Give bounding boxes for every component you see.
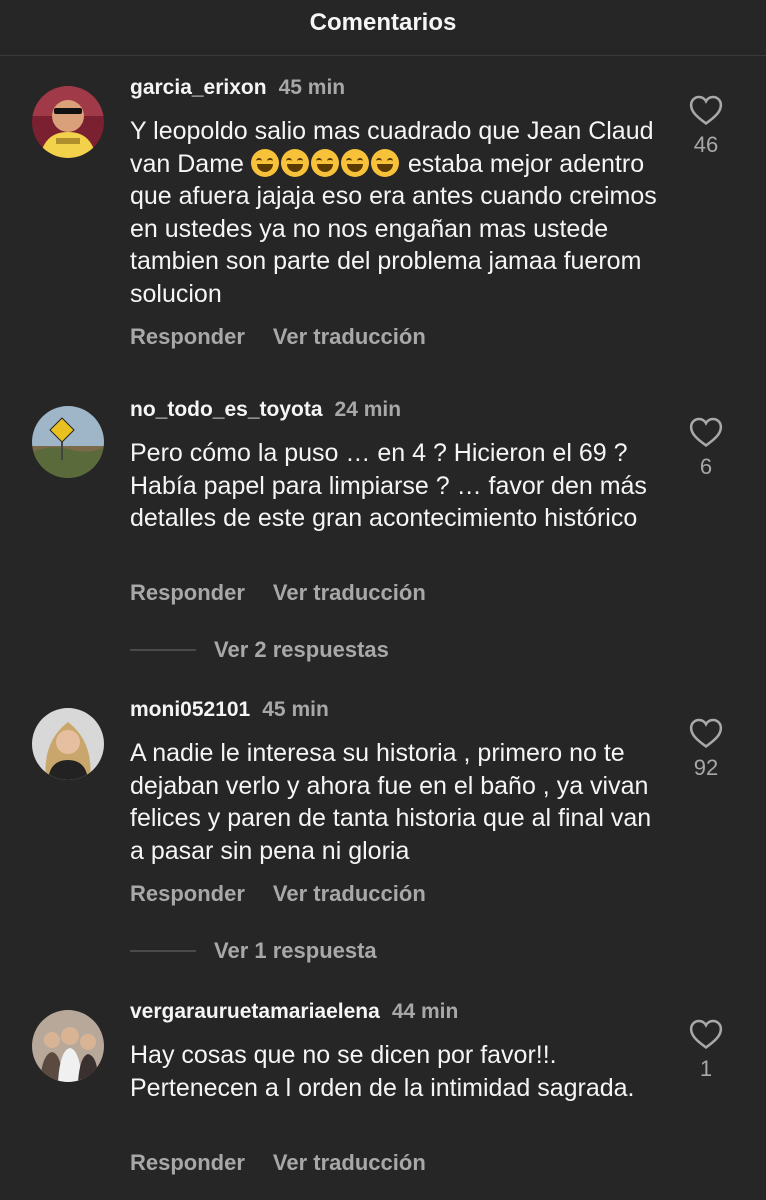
translate-button[interactable]: Ver traducción: [273, 324, 426, 349]
translate-button[interactable]: Ver traducción: [273, 881, 426, 906]
laughing-emoji-icon: [310, 148, 339, 177]
avatar[interactable]: [32, 708, 104, 780]
like-count: 1: [699, 1056, 713, 1081]
comment-actions: Responder Ver traducción: [130, 324, 454, 350]
comment-actions: Responder Ver traducción: [130, 580, 454, 606]
replies-divider-line: [130, 950, 196, 952]
username[interactable]: vergarauruetamariaelena: [130, 1000, 380, 1023]
avatar[interactable]: [32, 406, 104, 478]
avatar[interactable]: [32, 86, 104, 158]
reply-button[interactable]: Responder: [130, 881, 245, 906]
timestamp: 45 min: [262, 698, 329, 721]
translate-button[interactable]: Ver traducción: [273, 580, 426, 605]
like-control: 1: [686, 1018, 726, 1082]
translate-button[interactable]: Ver traducción: [273, 1150, 426, 1175]
like-control: 46: [686, 94, 726, 158]
timestamp: 24 min: [334, 398, 402, 421]
like-control: 92: [686, 717, 726, 781]
heart-icon[interactable]: [689, 717, 723, 749]
view-replies-label: Ver 2 respuestas: [214, 637, 389, 662]
comment-text: A nadie le interesa su historia , primer…: [130, 739, 652, 865]
view-replies-label: Ver 1 respuesta: [214, 938, 377, 963]
view-replies-button[interactable]: Ver 1 respuesta: [130, 938, 377, 964]
timestamp: 45 min: [278, 76, 346, 99]
comment-text: Pero cómo la puso … en 4 ? Hicieron el 6…: [130, 439, 647, 532]
comment-text: Hay cosas que no se dicen por favor!!. P…: [130, 1041, 635, 1102]
comment-meta: moni052101 45 min: [130, 698, 329, 722]
view-replies-button[interactable]: Ver 2 respuestas: [130, 637, 389, 663]
like-control: 6: [686, 416, 726, 480]
heart-icon[interactable]: [689, 416, 723, 448]
header-divider: [0, 55, 766, 56]
like-count: 6: [699, 454, 713, 479]
laughing-emoji-group: [250, 148, 401, 178]
comment-meta: garcia_erixon 45 min: [130, 76, 345, 100]
username[interactable]: moni052101: [130, 698, 250, 721]
replies-divider-line: [130, 649, 196, 651]
heart-icon[interactable]: [689, 94, 723, 126]
reply-button[interactable]: Responder: [130, 324, 245, 349]
comment-text: Y leopoldo salio mas cuadrado que Jean C…: [130, 115, 670, 310]
comment-meta: no_todo_es_toyota 24 min: [130, 398, 401, 422]
avatar[interactable]: [32, 1010, 104, 1082]
laughing-emoji-icon: [370, 148, 399, 177]
reply-button[interactable]: Responder: [130, 580, 245, 605]
reply-button[interactable]: Responder: [130, 1150, 245, 1175]
timestamp: 44 min: [391, 1000, 459, 1023]
comment-actions: Responder Ver traducción: [130, 1150, 454, 1176]
comment-meta: vergarauruetamariaelena 44 min: [130, 1000, 458, 1024]
like-count: 46: [693, 132, 719, 157]
laughing-emoji-icon: [250, 148, 279, 177]
comments-header: Comentarios: [0, 0, 766, 46]
page-title: Comentarios: [309, 9, 457, 36]
username[interactable]: garcia_erixon: [130, 76, 267, 99]
laughing-emoji-icon: [340, 148, 369, 177]
comment-actions: Responder Ver traducción: [130, 881, 454, 907]
username[interactable]: no_todo_es_toyota: [130, 398, 323, 421]
like-count: 92: [693, 755, 719, 780]
laughing-emoji-icon: [280, 148, 309, 177]
heart-icon[interactable]: [689, 1018, 723, 1050]
